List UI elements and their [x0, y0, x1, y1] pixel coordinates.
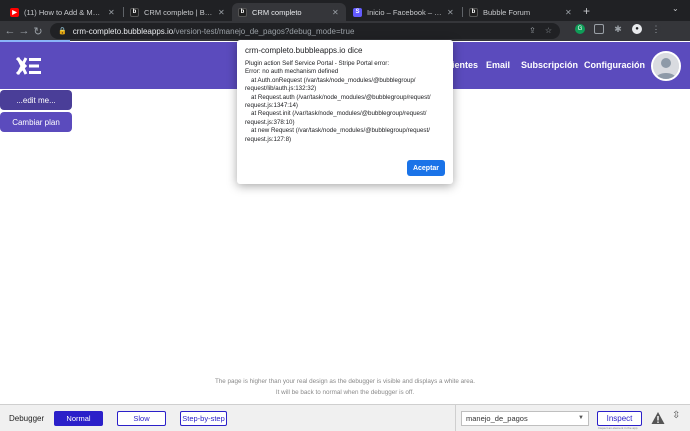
address-bar[interactable]: 🔒 crm-completo.bubbleapps.io /version-te… — [50, 23, 560, 39]
dialog-line: request.js:378:10) — [245, 118, 295, 126]
close-icon[interactable]: ✕ — [108, 8, 116, 17]
element-select[interactable]: manejo_de_pagos ▼ — [461, 411, 589, 426]
debugger-expand-icon[interactable]: ⇳ — [672, 410, 680, 421]
tab-title: Inicio – Facebook – [Prueba] d — [367, 7, 442, 17]
dialog-line: at Auth.onRequest (/var/task/node_module… — [251, 76, 416, 84]
nav-link-clientes[interactable]: ientes — [452, 60, 478, 70]
tab-title: CRM completo | Bubble Editor — [144, 7, 213, 17]
dialog-line: request/lib/auth.js:132:32) — [245, 85, 317, 93]
bookmark-star-icon[interactable]: ☆ — [545, 26, 552, 35]
nav-link-configuracion[interactable]: Configuración — [584, 60, 645, 70]
debug-mode-slow-button[interactable]: Slow — [117, 411, 166, 426]
dialog-message: Plugin action Self Service Portal - Stri… — [245, 60, 447, 153]
app-logo-icon[interactable] — [16, 56, 42, 76]
close-icon[interactable]: ✕ — [332, 8, 340, 17]
debug-mode-normal-button[interactable]: Normal — [54, 411, 103, 426]
dialog-accept-button[interactable]: Aceptar — [407, 160, 445, 176]
dialog-title: crm-completo.bubbleapps.io dice — [245, 46, 363, 55]
back-arrow-icon[interactable]: ← — [3, 25, 17, 37]
user-silhouette-icon — [653, 53, 679, 79]
share-icon[interactable]: ⇪ — [529, 26, 536, 35]
debugger-divider — [455, 405, 456, 431]
user-avatar[interactable] — [651, 51, 681, 81]
dialog-line: request.js:1347:14) — [245, 102, 298, 110]
url-host: crm-completo.bubbleapps.io — [72, 26, 174, 36]
dialog-line: Error: no auth mechanism defined — [245, 68, 339, 76]
screen: ▶ (11) How to Add & Manage Str ✕ b CRM c… — [0, 0, 690, 431]
bubble-icon: b — [238, 7, 247, 17]
warning-icon[interactable] — [651, 411, 665, 425]
browser-tab-crm-completo[interactable]: b CRM completo ✕ — [232, 3, 346, 21]
extensions-puzzle-icon[interactable]: ✱ — [613, 24, 623, 34]
tab-search-chevron-icon[interactable]: ⌄ — [672, 4, 679, 13]
debugger-notice-line1: The page is higher than your real design… — [214, 378, 476, 385]
select-caret-icon: ▼ — [578, 415, 584, 421]
dialog-line: at Request.auth (/var/task/node_modules/… — [251, 93, 431, 101]
close-icon[interactable]: ✕ — [218, 8, 226, 17]
grammarly-extension-icon[interactable]: G — [575, 24, 585, 34]
element-select-value: manejo_de_pagos — [466, 414, 528, 423]
stripe-icon: S — [353, 7, 362, 17]
dialog-line: at new Request (/var/task/node_modules/@… — [251, 127, 430, 135]
nav-link-subscripcion[interactable]: Subscripción — [521, 60, 578, 70]
inspect-hint: Inspect an element in the app — [598, 426, 638, 430]
debugger-notice-line2: It will be back to normal when the debug… — [275, 389, 415, 396]
dialog-line: request.js:127:8) — [245, 135, 292, 143]
browser-menu-icon[interactable]: ⋮ — [651, 24, 661, 34]
extension-icon[interactable] — [594, 24, 604, 34]
url-path: /version-test/manejo_de_pagos?debug_mode… — [173, 26, 355, 36]
lock-icon: 🔒 — [58, 28, 67, 35]
dialog-line: at Request.init (/var/task/node_modules/… — [251, 110, 427, 118]
tab-title: CRM completo — [252, 7, 302, 17]
browser-tab-youtube[interactable]: ▶ (11) How to Add & Manage Str ✕ — [4, 3, 122, 21]
new-tab-button[interactable]: + — [583, 4, 590, 18]
browser-tab-strip: ▶ (11) How to Add & Manage Str ✕ b CRM c… — [0, 0, 690, 21]
change-plan-button[interactable]: Cambiar plan — [0, 112, 72, 132]
close-icon[interactable]: ✕ — [447, 8, 455, 17]
debugger-label: Debugger — [9, 414, 45, 423]
bubble-icon: b — [130, 7, 139, 17]
tab-title: (11) How to Add & Manage Str — [24, 7, 103, 17]
browser-tab-bubble-forum[interactable]: b Bubble Forum ✕ — [463, 3, 579, 21]
nav-link-email[interactable]: Email — [486, 60, 510, 70]
inspect-button[interactable]: Inspect — [597, 411, 642, 426]
profile-avatar-icon[interactable]: ● — [632, 24, 642, 34]
reload-icon[interactable]: ↻ — [31, 25, 45, 38]
bubble-forum-icon: b — [469, 7, 478, 17]
debug-mode-step-by-step-button[interactable]: Step-by-step — [180, 411, 227, 426]
tab-title: Bubble Forum — [483, 7, 531, 17]
youtube-icon: ▶ — [10, 7, 19, 17]
close-icon[interactable]: ✕ — [565, 8, 573, 17]
edit-me-button[interactable]: ...edit me... — [0, 90, 72, 110]
forward-arrow-icon[interactable]: → — [17, 25, 31, 37]
browser-tab-facebook[interactable]: S Inicio – Facebook – [Prueba] d ✕ — [347, 3, 461, 21]
dialog-line: Plugin action Self Service Portal - Stri… — [245, 60, 390, 67]
browser-tab-bubble-editor[interactable]: b CRM completo | Bubble Editor ✕ — [124, 3, 232, 21]
browser-toolbar: ← → ↻ 🔒 crm-completo.bubbleapps.io /vers… — [0, 21, 690, 41]
